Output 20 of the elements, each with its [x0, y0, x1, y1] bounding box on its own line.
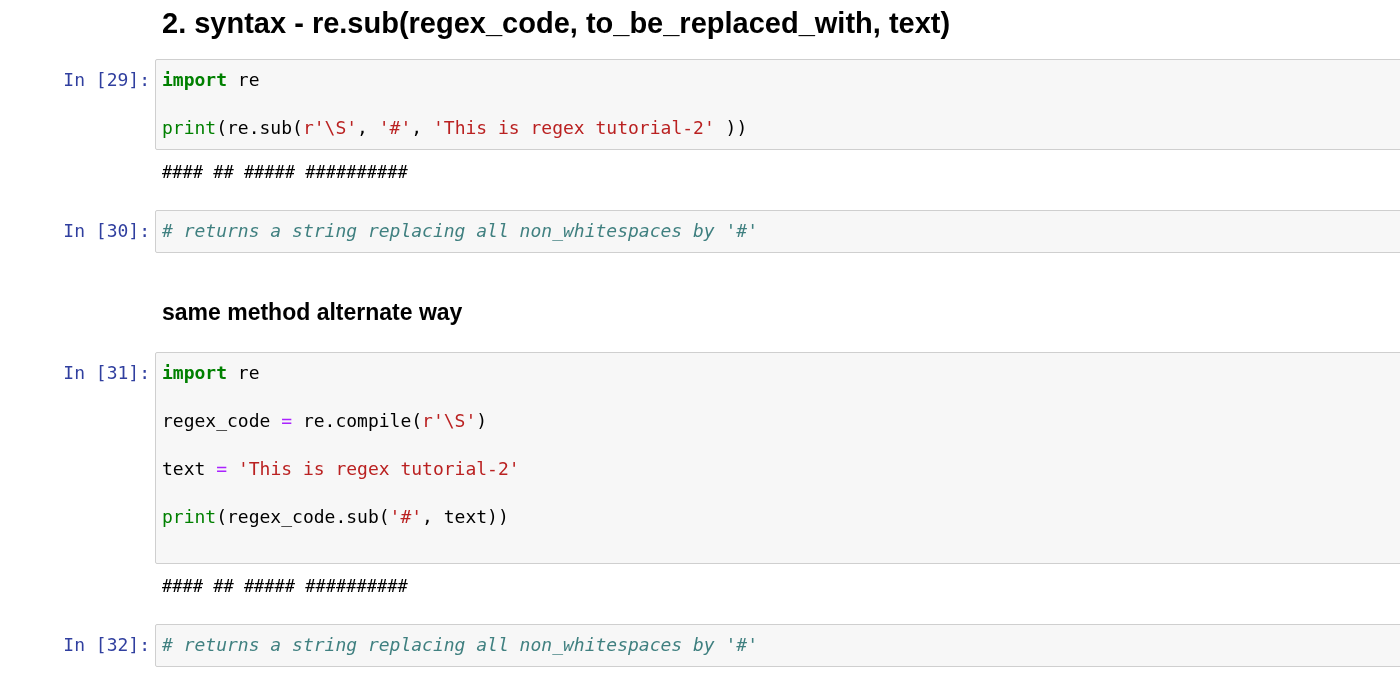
- code-cell[interactable]: # returns a string replacing all non_whitespaces by '#': [155, 624, 1400, 668]
- code-line: # returns a string replacing all non_whitespaces by '#': [162, 218, 759, 243]
- code-line: print(regex_code.sub('#', text)): [162, 505, 509, 530]
- code-line: regex_code = re.compile(r'\S'): [162, 409, 488, 434]
- output-text: #### ## ##### ##########: [162, 575, 408, 599]
- code-cell[interactable]: import re regex_code = re.compile(r'\S') text = 'This is regex tutorial-2' print(regex_code.sub('#', text)): [155, 352, 1400, 565]
- code-cell[interactable]: import re print(re.sub(r'\S', '#', 'This is regex tutorial-2' )): [155, 58, 1400, 150]
- input-prompt: In [32]:: [63, 633, 150, 658]
- heading: same method alternate way: [162, 298, 463, 327]
- code-cell[interactable]: # returns a string replacing all non_whitespaces by '#': [155, 209, 1400, 253]
- code-line: import re: [162, 361, 260, 386]
- code-line: # returns a string replacing all non_whitespaces by '#': [162, 633, 759, 658]
- input-prompt: In [30]:: [63, 218, 150, 243]
- input-prompt: In [31]:: [63, 361, 150, 386]
- code-line: print(re.sub(r'\S', '#', 'This is regex tutorial-2' )): [162, 115, 748, 140]
- heading: 2. syntax - re.sub(regex_code, to_be_replaced_with, text): [162, 6, 951, 41]
- output-text: #### ## ##### ##########: [162, 160, 408, 184]
- input-prompt: In [29]:: [63, 67, 150, 92]
- code-line: text = 'This is regex tutorial-2': [162, 457, 520, 482]
- code-line: import re: [162, 67, 260, 92]
